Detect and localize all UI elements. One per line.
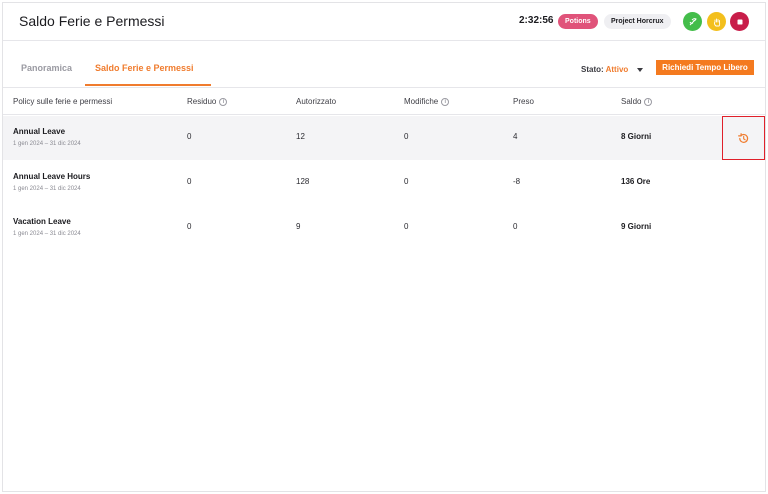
project-badge[interactable]: Project Horcrux <box>604 14 671 29</box>
saldo-value: 8 Giorni <box>621 132 652 141</box>
policy-dates: 1 gen 2024 – 31 dic 2024 <box>13 231 81 237</box>
table-header: Policy sulle ferie e permessi Residuo i … <box>3 89 765 115</box>
preso-value: 0 <box>513 222 518 231</box>
saldo-value: 9 Giorni <box>621 222 652 231</box>
top-bar: Saldo Ferie e Permessi 2:32:56 Potions P… <box>3 3 765 41</box>
column-header-saldo: Saldo i <box>621 97 653 106</box>
history-button[interactable] <box>722 116 765 160</box>
policy-name: Annual Leave <box>13 127 66 136</box>
residuo-value: 0 <box>187 132 192 141</box>
stop-icon <box>737 19 742 24</box>
column-header-autorizzato: Autorizzato <box>296 97 337 106</box>
caret-down-icon[interactable] <box>637 68 643 72</box>
tab-saldo-ferie[interactable]: Saldo Ferie e Permessi <box>95 63 194 73</box>
sprout-icon <box>689 17 697 25</box>
saldo-value: 136 Ore <box>621 177 651 186</box>
modifiche-value: 0 <box>404 177 409 186</box>
autorizzato-value: 12 <box>296 132 305 141</box>
active-tab-indicator <box>85 84 211 86</box>
autorizzato-value: 128 <box>296 177 310 186</box>
table-row[interactable]: Vacation Leave 1 gen 2024 – 31 dic 2024 … <box>3 206 765 250</box>
tabs-bar: Panoramica Saldo Ferie e Permessi Stato:… <box>3 41 765 88</box>
info-icon[interactable]: i <box>219 97 228 106</box>
page-title: Saldo Ferie e Permessi <box>19 13 165 29</box>
policy-dates: 1 gen 2024 – 31 dic 2024 <box>13 186 81 192</box>
stop-button[interactable] <box>730 12 749 31</box>
residuo-value: 0 <box>187 177 192 186</box>
info-icon[interactable]: i <box>441 97 450 106</box>
policy-dates: 1 gen 2024 – 31 dic 2024 <box>13 141 81 147</box>
residuo-value: 0 <box>187 222 192 231</box>
column-header-preso: Preso <box>513 97 534 106</box>
status-filter-value: Attivo <box>605 65 629 74</box>
info-icon[interactable]: i <box>644 97 653 106</box>
session-timer: 2:32:56 <box>519 15 554 26</box>
modifiche-value: 0 <box>404 132 409 141</box>
preso-value: 4 <box>513 132 518 141</box>
app-frame: Saldo Ferie e Permessi 2:32:56 Potions P… <box>2 2 766 492</box>
hand-button[interactable] <box>707 12 726 31</box>
hand-icon <box>713 18 720 26</box>
request-time-off-button[interactable]: Richiedi Tempo Libero <box>656 60 754 75</box>
column-header-residuo: Residuo i <box>187 97 228 106</box>
column-header-modifiche: Modifiche i <box>404 97 450 106</box>
status-filter[interactable]: Stato: Attivo <box>581 65 628 74</box>
potions-badge[interactable]: Potions <box>558 14 598 29</box>
autorizzato-value: 9 <box>296 222 301 231</box>
policy-name: Vacation Leave <box>13 217 71 226</box>
status-filter-label: Stato: <box>581 65 604 74</box>
table-row[interactable]: Annual Leave 1 gen 2024 – 31 dic 2024 0 … <box>3 116 765 160</box>
table-row[interactable]: Annual Leave Hours 1 gen 2024 – 31 dic 2… <box>3 161 765 205</box>
column-header-policy: Policy sulle ferie e permessi <box>13 97 113 106</box>
sprout-button[interactable] <box>683 12 702 31</box>
preso-value: -8 <box>513 177 521 186</box>
modifiche-value: 0 <box>404 222 409 231</box>
policy-name: Annual Leave Hours <box>13 172 91 181</box>
history-icon <box>738 132 749 143</box>
tab-panoramica[interactable]: Panoramica <box>21 63 72 73</box>
